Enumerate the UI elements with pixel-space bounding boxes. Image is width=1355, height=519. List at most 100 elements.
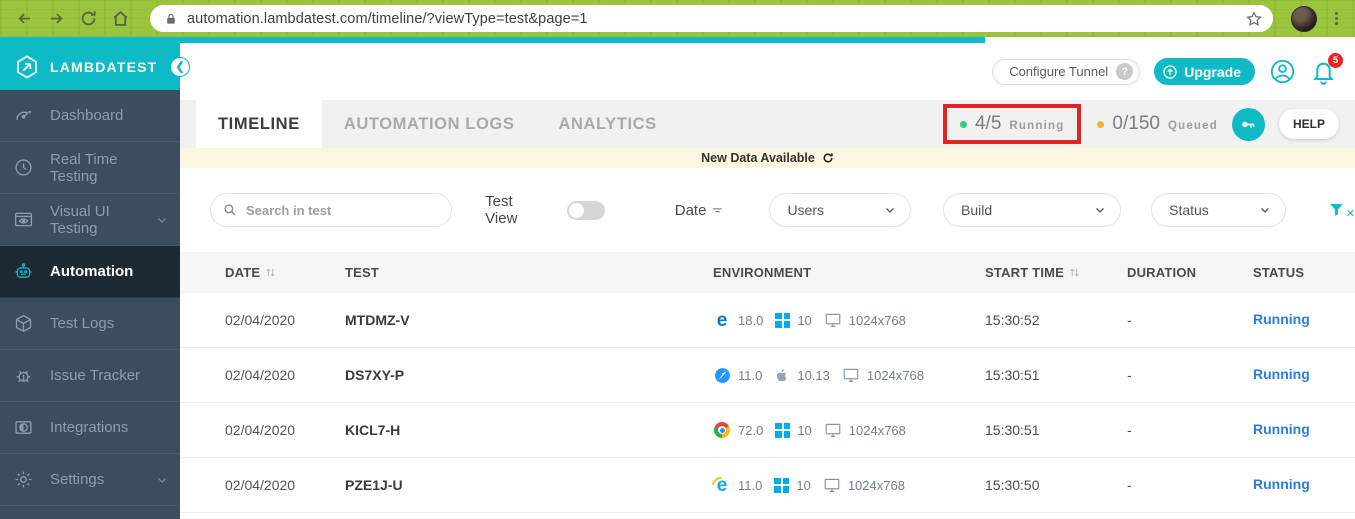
search-box[interactable] (210, 193, 453, 227)
resolution: 1024x768 (866, 367, 925, 383)
cell-duration: - (1127, 422, 1132, 438)
column-label: DURATION (1127, 265, 1197, 280)
forward-icon[interactable] (42, 5, 70, 33)
column-header-start-time[interactable]: START TIME (985, 265, 1127, 280)
users-dropdown[interactable]: Users (769, 193, 912, 227)
build-dropdown[interactable]: Build (943, 193, 1122, 227)
running-counter[interactable]: 4/5 Running (959, 113, 1065, 135)
browser-menu-icon[interactable] (1327, 12, 1345, 25)
sidebar-item-dashboard[interactable]: Dashboard (0, 90, 180, 142)
address-bar[interactable]: automation.lambdatest.com/timeline/?view… (150, 5, 1273, 32)
table-row[interactable]: 02/04/2020 KICL7-H 72.0 10 1024x768 15:30:51 -… (180, 403, 1355, 458)
column-header-date[interactable]: DATE (225, 265, 345, 280)
search-input[interactable] (246, 202, 440, 218)
tab-bar: TIMELINE AUTOMATION LOGS ANALYTICS 4/5 Run… (180, 100, 1355, 148)
real-time-icon (15, 159, 32, 176)
filter-lines-icon (713, 207, 723, 212)
home-icon[interactable] (106, 5, 134, 33)
tab-timeline[interactable]: TIMELINE (196, 100, 322, 148)
chevron-down-icon (1260, 208, 1269, 213)
cell-status: Running (1253, 476, 1355, 494)
sidebar-item-label: Integrations (50, 419, 129, 436)
table-row[interactable]: 02/04/2020 DS7XY-P 11.0 10.13 1024x768 15:30:… (180, 348, 1355, 403)
funnel-icon (1329, 203, 1343, 216)
sidebar-item-settings[interactable]: Settings (0, 454, 180, 506)
sidebar-item-label: Settings (50, 471, 105, 488)
test-view-toggle[interactable] (567, 200, 605, 220)
configure-tunnel-button[interactable]: Configure Tunnel ? (992, 58, 1141, 85)
chevron-down-icon (886, 208, 894, 213)
clear-filter-x-icon[interactable]: ✕ (1346, 207, 1355, 220)
integrations-icon (15, 421, 32, 434)
resolution: 1024x768 (847, 477, 905, 493)
help-button[interactable]: HELP (1278, 109, 1339, 139)
os-version: 10 (796, 477, 811, 493)
dropdown-label: Status (1169, 202, 1209, 218)
cell-status: Running (1253, 366, 1355, 384)
edge-browser-icon: e (716, 309, 728, 331)
url-text[interactable]: automation.lambdatest.com/timeline/?view… (187, 11, 1245, 27)
cell-status: Running (1253, 311, 1355, 329)
status-link[interactable]: Running (1253, 476, 1310, 492)
sidebar-item-label: Dashboard (50, 107, 124, 124)
sort-icon[interactable] (264, 266, 277, 279)
refresh-icon[interactable] (822, 152, 834, 164)
browser-profile-avatar[interactable] (1291, 5, 1317, 32)
notifications-bell-icon[interactable]: 5 (1310, 53, 1343, 85)
status-link[interactable]: Running (1253, 421, 1310, 437)
sort-icon[interactable] (1068, 266, 1081, 279)
upgrade-button[interactable]: Upgrade (1154, 58, 1255, 85)
date-filter[interactable]: Date (675, 202, 725, 219)
tab-analytics[interactable]: ANALYTICS (536, 100, 678, 148)
sidebar: LAMBDATEST ❮ Dashboard Real Time Testing V… (0, 43, 190, 519)
sidebar-item-integrations[interactable]: Integrations (0, 402, 180, 454)
back-icon[interactable] (10, 5, 38, 33)
windows-os-icon (774, 477, 790, 493)
upgrade-arrow-icon (1163, 64, 1177, 79)
os-version: 10.13 (797, 367, 830, 383)
filter-toolbar: Test View Date Users Build Status ✕ (180, 168, 1355, 252)
upgrade-label: Upgrade (1184, 63, 1241, 80)
bookmark-star-icon[interactable] (1245, 10, 1263, 28)
monitor-resolution-icon (843, 368, 859, 382)
sidebar-item-label: Test Logs (50, 315, 115, 332)
new-data-banner: New Data Available (180, 148, 1355, 168)
queued-counter[interactable]: 0/150 Queued (1097, 113, 1218, 135)
sidebar-item-issue-tracker[interactable]: Issue Tracker (0, 350, 180, 402)
tab-automation-logs[interactable]: AUTOMATION LOGS (322, 100, 537, 148)
status-link[interactable]: Running (1253, 366, 1310, 382)
cell-date: 02/04/2020 (225, 367, 296, 383)
browser-version: 18.0 (738, 312, 764, 328)
reload-icon[interactable] (74, 5, 102, 33)
sidebar-item-real-time-testing[interactable]: Real Time Testing (0, 142, 180, 194)
column-label: DATE (225, 265, 261, 280)
sidebar-item-automation[interactable]: Automation (0, 246, 180, 298)
access-key-button[interactable] (1231, 107, 1265, 141)
column-header-status: STATUS (1253, 265, 1355, 280)
test-view-label: Test View (485, 193, 518, 227)
cell-date: 02/04/2020 (225, 477, 296, 493)
user-account-icon[interactable] (1269, 58, 1296, 85)
running-value: 4/5 (974, 113, 1002, 134)
cell-duration: - (1127, 477, 1132, 493)
sidebar-collapse-button[interactable]: ❮ (170, 56, 190, 77)
sidebar-item-test-logs[interactable]: Test Logs (0, 298, 180, 350)
clear-filters-control[interactable]: ✕ (1328, 201, 1355, 220)
running-dot-icon (959, 120, 967, 128)
sidebar-item-label: Real Time Testing (50, 150, 118, 185)
help-question-icon[interactable]: ? (1116, 63, 1134, 80)
column-header-duration: DURATION (1127, 265, 1253, 280)
table-row[interactable]: 02/04/2020 PZE1J-U e 11.0 10 1024x768 15:30:50… (180, 458, 1355, 513)
sidebar-item-visual-ui-testing[interactable]: Visual UI Testing (0, 194, 180, 246)
cell-start-time: 15:30:51 (985, 367, 1040, 383)
cell-test-name: DS7XY-P (345, 367, 405, 383)
table-body: 02/04/2020 MTDMZ-V e 18.0 10 1024x768 15:30:52… (180, 293, 1355, 513)
table-row[interactable]: 02/04/2020 MTDMZ-V e 18.0 10 1024x768 15:30:52… (180, 293, 1355, 348)
table-header: DATE TEST ENVIRONMENT START TIME DURATION STA… (180, 252, 1355, 293)
running-label: Running (1009, 120, 1065, 132)
cell-start-time: 15:30:52 (985, 312, 1040, 328)
status-link[interactable]: Running (1253, 311, 1310, 327)
monitor-resolution-icon (824, 478, 840, 492)
chevron-down-icon (158, 217, 166, 223)
status-dropdown[interactable]: Status (1151, 193, 1286, 227)
